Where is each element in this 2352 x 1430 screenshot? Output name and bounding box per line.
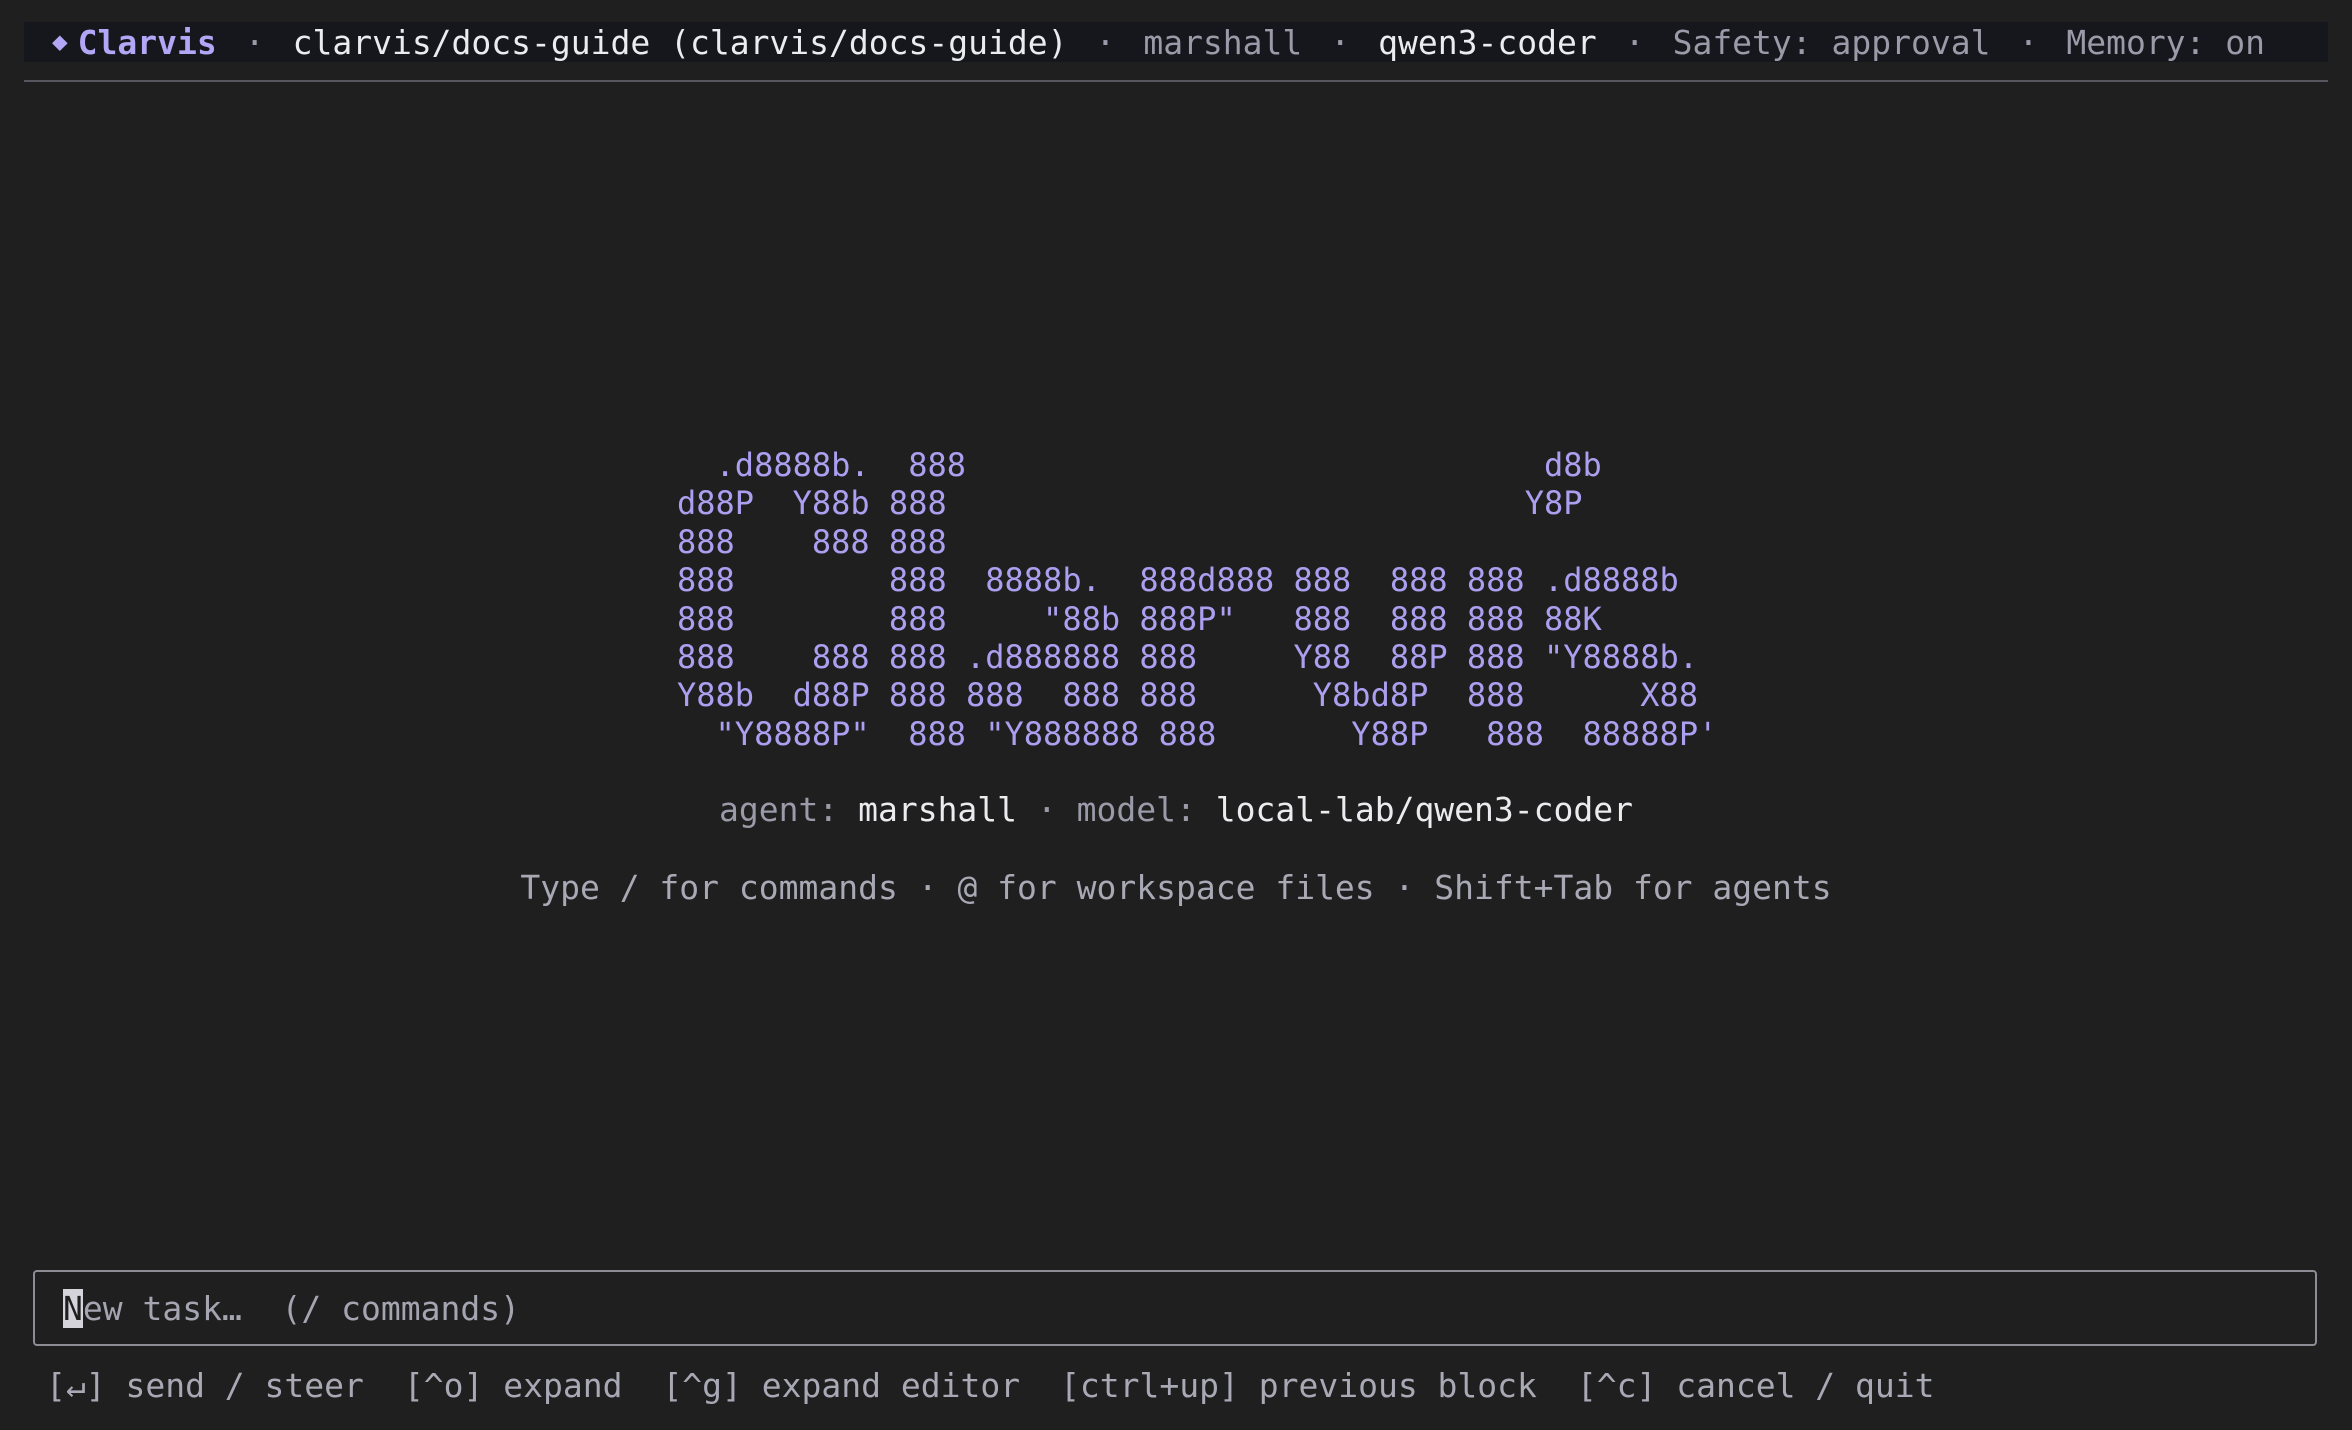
header-separator: ·: [2018, 22, 2039, 62]
app-brand: Clarvis: [77, 22, 217, 62]
header-separator: ·: [244, 22, 265, 62]
memory-status: Memory: on: [2066, 22, 2266, 62]
agent-label: agent:: [719, 790, 839, 829]
header-separator: ·: [1330, 22, 1351, 62]
safety-status: Safety: approval: [1672, 22, 1991, 62]
model-label: model:: [1076, 790, 1196, 829]
keybind-previous-block: [ctrl+up] previous block: [1060, 1366, 1537, 1405]
diamond-icon: ◆: [52, 27, 68, 57]
header-divider: [24, 80, 2328, 82]
info-separator: ·: [1036, 790, 1057, 829]
workspace-repo: clarvis/docs-guide (clarvis/docs-guide): [292, 22, 1068, 62]
header-separator: ·: [1624, 22, 1645, 62]
keybind-expand: [^o] expand: [403, 1366, 623, 1405]
keybinding-footer: [↵] send / steer [^o] expand [^g] expand e…: [46, 1364, 1975, 1408]
header-separator: ·: [1095, 22, 1116, 62]
model-value: local-lab/qwen3-coder: [1215, 790, 1633, 829]
task-input-placeholder: ew task… (/ commands): [82, 1288, 520, 1328]
text-cursor: N: [63, 1288, 83, 1328]
keybind-cancel: [^c] cancel / quit: [1576, 1366, 1935, 1405]
agent-value: marshall: [858, 790, 1018, 829]
agent-model-info: agent: marshall · model: local-lab/qwen3…: [0, 788, 2352, 832]
status-header: ◆ Clarvis · clarvis/docs-guide (clarvis/…: [24, 22, 2328, 62]
keybind-expand-editor: [^g] expand editor: [662, 1366, 1021, 1405]
usage-hint: Type / for commands · @ for workspace fi…: [520, 868, 1832, 907]
keybind-send: [↵] send / steer: [46, 1366, 364, 1405]
agent-name: marshall: [1143, 22, 1303, 62]
ascii-logo: .d8888b. 888 d8b d88P Y88b 888 Y8P 888 8…: [677, 446, 1718, 753]
model-name: qwen3-coder: [1378, 22, 1597, 62]
task-input[interactable]: New task… (/ commands): [33, 1270, 2317, 1346]
